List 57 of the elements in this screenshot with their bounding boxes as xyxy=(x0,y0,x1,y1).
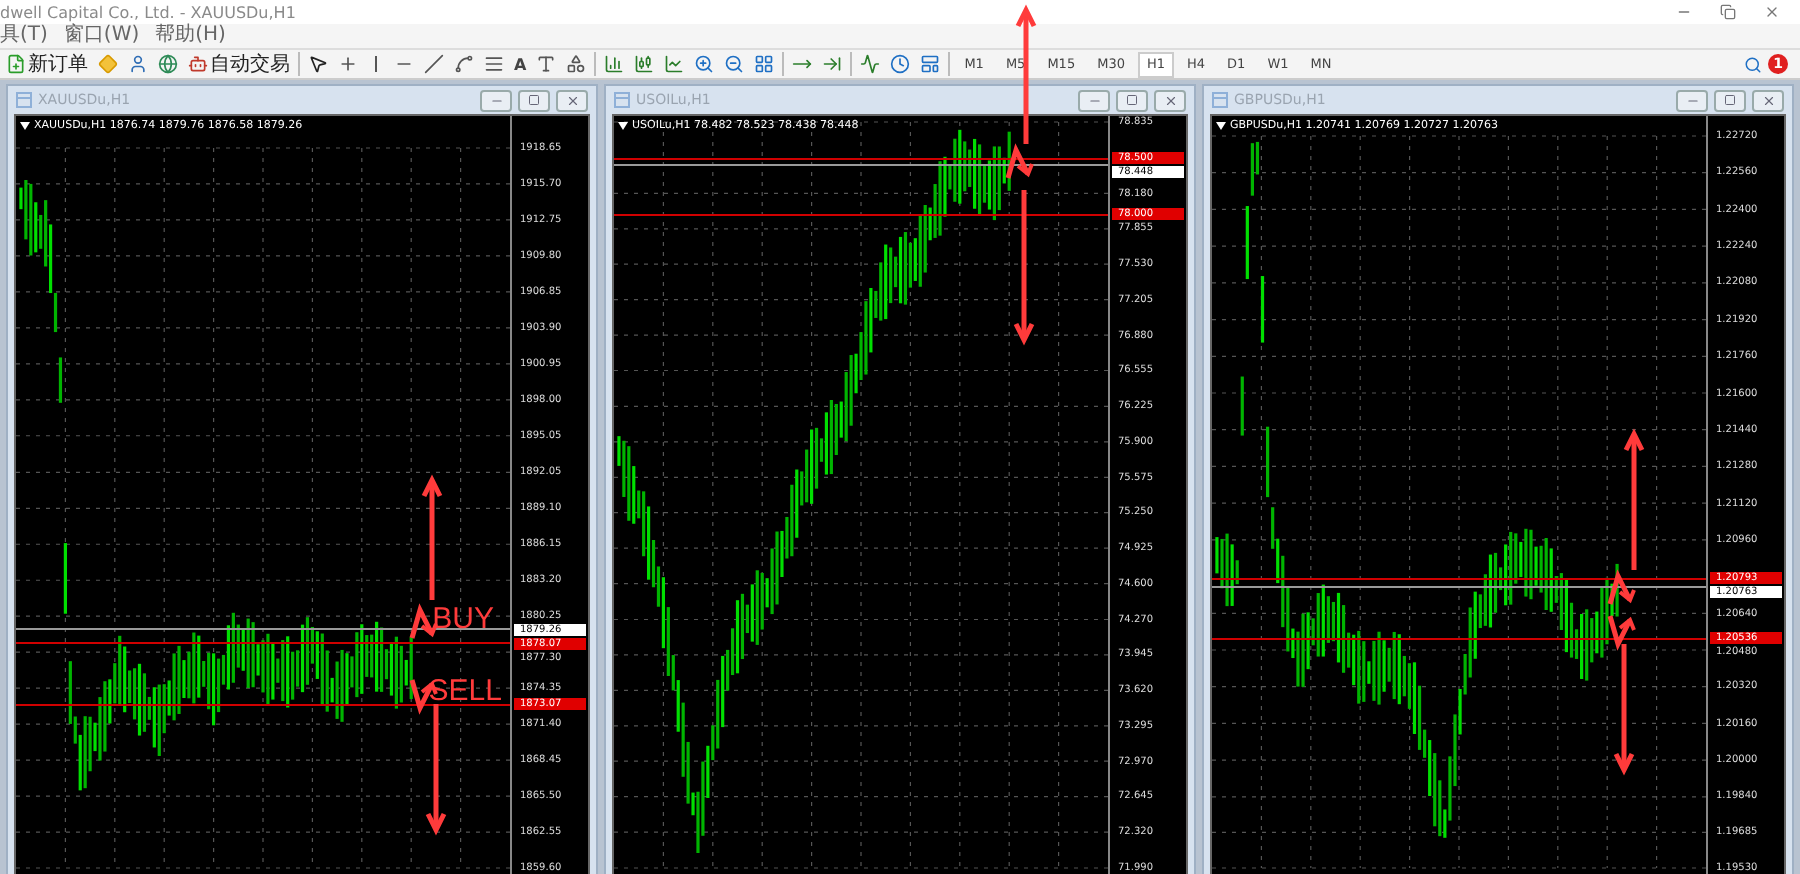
zoom-out-icon[interactable] xyxy=(722,52,747,76)
file-plus-icon xyxy=(6,54,26,74)
globe-icon[interactable] xyxy=(156,52,180,76)
close-button[interactable] xyxy=(556,89,588,111)
text-tool[interactable]: A xyxy=(512,52,529,76)
down-arrow xyxy=(425,704,447,836)
search-icon[interactable] xyxy=(1744,55,1762,73)
zigzag-arrow xyxy=(1005,143,1034,179)
bar-chart-icon[interactable] xyxy=(602,52,627,76)
indicators-icon[interactable] xyxy=(858,52,883,76)
zigzag-arrow xyxy=(409,603,438,639)
close-button[interactable] xyxy=(1752,89,1784,111)
dropdown-icon[interactable] xyxy=(20,122,30,130)
maximize-icon xyxy=(1126,94,1138,106)
annotation-label: SELL xyxy=(428,673,502,708)
close-icon[interactable] xyxy=(1764,4,1780,20)
clock-icon[interactable] xyxy=(888,52,913,76)
dropdown-icon[interactable] xyxy=(1216,122,1226,130)
close-button[interactable] xyxy=(1154,89,1186,111)
candlestick-icon[interactable] xyxy=(632,52,657,76)
zigzag-arrow xyxy=(1607,615,1636,651)
chart-icon xyxy=(614,92,630,108)
maximize-icon xyxy=(1724,94,1736,106)
auto-trading-button[interactable]: 自动交易 xyxy=(186,52,292,76)
up-arrow xyxy=(1623,428,1645,570)
zoom-in-icon[interactable] xyxy=(692,52,717,76)
tile-windows-icon[interactable] xyxy=(752,52,777,76)
maximize-button[interactable] xyxy=(1116,89,1148,111)
new-order-button[interactable]: 新订单 xyxy=(4,52,90,76)
cursor-icon[interactable] xyxy=(306,52,330,76)
dropdown-icon[interactable] xyxy=(618,122,628,130)
template-icon[interactable] xyxy=(918,52,943,76)
shapes-icon[interactable] xyxy=(564,52,589,76)
close-icon xyxy=(565,93,579,107)
chart-icon xyxy=(1212,92,1228,108)
up-arrow xyxy=(421,474,443,600)
down-arrow xyxy=(1613,644,1635,776)
maximize-icon xyxy=(528,94,540,106)
chart-shift-icon[interactable] xyxy=(820,52,845,76)
annotation-label: BUY xyxy=(432,601,494,636)
crosshair-icon[interactable] xyxy=(336,52,360,76)
window-title: dwell Capital Co., Ltd. - XAUUSDu,H1 xyxy=(0,3,296,21)
menu-item[interactable]: 帮助(H) xyxy=(155,24,226,48)
line-chart-icon[interactable] xyxy=(662,52,687,76)
text-label-icon[interactable] xyxy=(534,52,559,76)
restore-icon[interactable] xyxy=(1720,4,1736,20)
maximize-button[interactable] xyxy=(1714,89,1746,111)
menu-item[interactable]: 具(T) xyxy=(0,24,48,48)
close-icon xyxy=(1761,93,1775,107)
menu-item[interactable]: 窗口(W) xyxy=(63,24,140,48)
chart-icon xyxy=(16,92,32,108)
zigzag-arrow xyxy=(1607,569,1636,605)
close-icon xyxy=(1163,93,1177,107)
user-icon[interactable] xyxy=(126,52,150,76)
maximize-button[interactable] xyxy=(518,89,550,111)
robot-icon xyxy=(188,54,208,74)
trendline-icon[interactable] xyxy=(422,52,446,76)
